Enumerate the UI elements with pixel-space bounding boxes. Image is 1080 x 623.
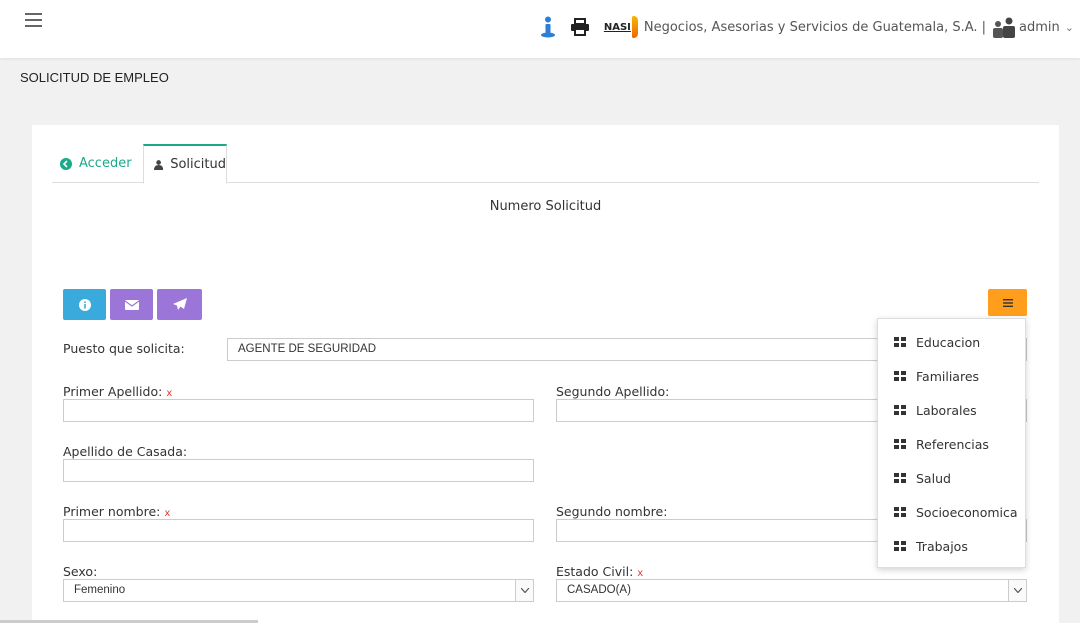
primer-apellido-input[interactable] [63,399,534,422]
sections-dropdown: Educacion Familiares Laborales Referenci… [877,318,1026,568]
dropdown-item-laborales[interactable]: Laborales [878,395,1025,425]
tab-bar: Acceder Solicitud [52,144,1039,184]
dropdown-item-trabajos[interactable]: Trabajos [878,531,1025,561]
company-name: Negocios, Asesorias y Servicios de Guate… [643,19,987,35]
arrow-circle-left-icon [60,157,72,170]
info-button[interactable] [63,289,106,320]
users-icon [993,17,1016,38]
sections-menu-button[interactable] [988,289,1027,316]
info-icon [78,298,91,311]
printer-icon[interactable] [570,18,590,36]
estado-civil-select[interactable]: CASADO(A) [556,579,1027,602]
primer-apellido-label: Primer Apellido: x [63,384,173,399]
hamburger-icon[interactable] [25,13,42,27]
page-title: SOLICITUD DE EMPLEO [20,70,169,85]
sexo-select[interactable]: Femenino [63,579,534,602]
th-large-icon [894,336,906,348]
required-mark: x [166,388,173,399]
th-large-icon [894,506,906,518]
dropdown-item-socioeconomica[interactable]: Socioeconomica [878,497,1025,527]
puesto-label: Puesto que solicita: [63,341,185,356]
segundo-nombre-label: Segundo nombre: [556,504,668,519]
top-bar: NASI Negocios, Asesorias y Servicios de … [0,0,1080,58]
person-info-icon[interactable] [540,16,556,38]
chevron-down-icon[interactable] [1008,580,1026,601]
numero-solicitud-label: Numero Solicitud [489,199,602,214]
email-button[interactable] [110,289,153,320]
bars-icon [1002,298,1013,307]
company-logo: NASI [604,16,638,38]
th-large-icon [894,540,906,552]
paper-plane-icon [172,298,187,310]
apellido-casada-input[interactable] [63,459,534,482]
dropdown-item-educacion[interactable]: Educacion [878,327,1025,357]
segundo-apellido-label: Segundo Apellido: [556,384,670,399]
tab-acceder[interactable]: Acceder [52,144,143,183]
estado-civil-label: Estado Civil: x [556,564,644,579]
dropdown-item-referencias[interactable]: Referencias [878,429,1025,459]
primer-nombre-label: Primer nombre: x [63,504,171,519]
user-name[interactable]: admin [1019,20,1060,35]
envelope-icon [124,299,139,310]
dropdown-item-familiares[interactable]: Familiares [878,361,1025,391]
required-mark: x [164,508,171,519]
apellido-casada-label: Apellido de Casada: [63,444,188,459]
required-mark: x [637,568,644,579]
chevron-down-icon[interactable] [515,580,533,601]
send-button[interactable] [157,289,202,320]
header-right: NASI Negocios, Asesorias y Servicios de … [532,15,1074,39]
th-large-icon [894,438,906,450]
tab-label: Solicitud [170,157,226,172]
dropdown-item-salud[interactable]: Salud [878,463,1025,493]
th-large-icon [894,370,906,382]
tab-label: Acceder [79,156,132,171]
tab-solicitud[interactable]: Solicitud [143,144,227,184]
primer-nombre-input[interactable] [63,519,534,542]
user-icon [154,159,164,170]
chevron-down-icon[interactable]: ⌄ [1065,21,1074,34]
sexo-label: Sexo: [63,564,98,579]
th-large-icon [894,404,906,416]
th-large-icon [894,472,906,484]
